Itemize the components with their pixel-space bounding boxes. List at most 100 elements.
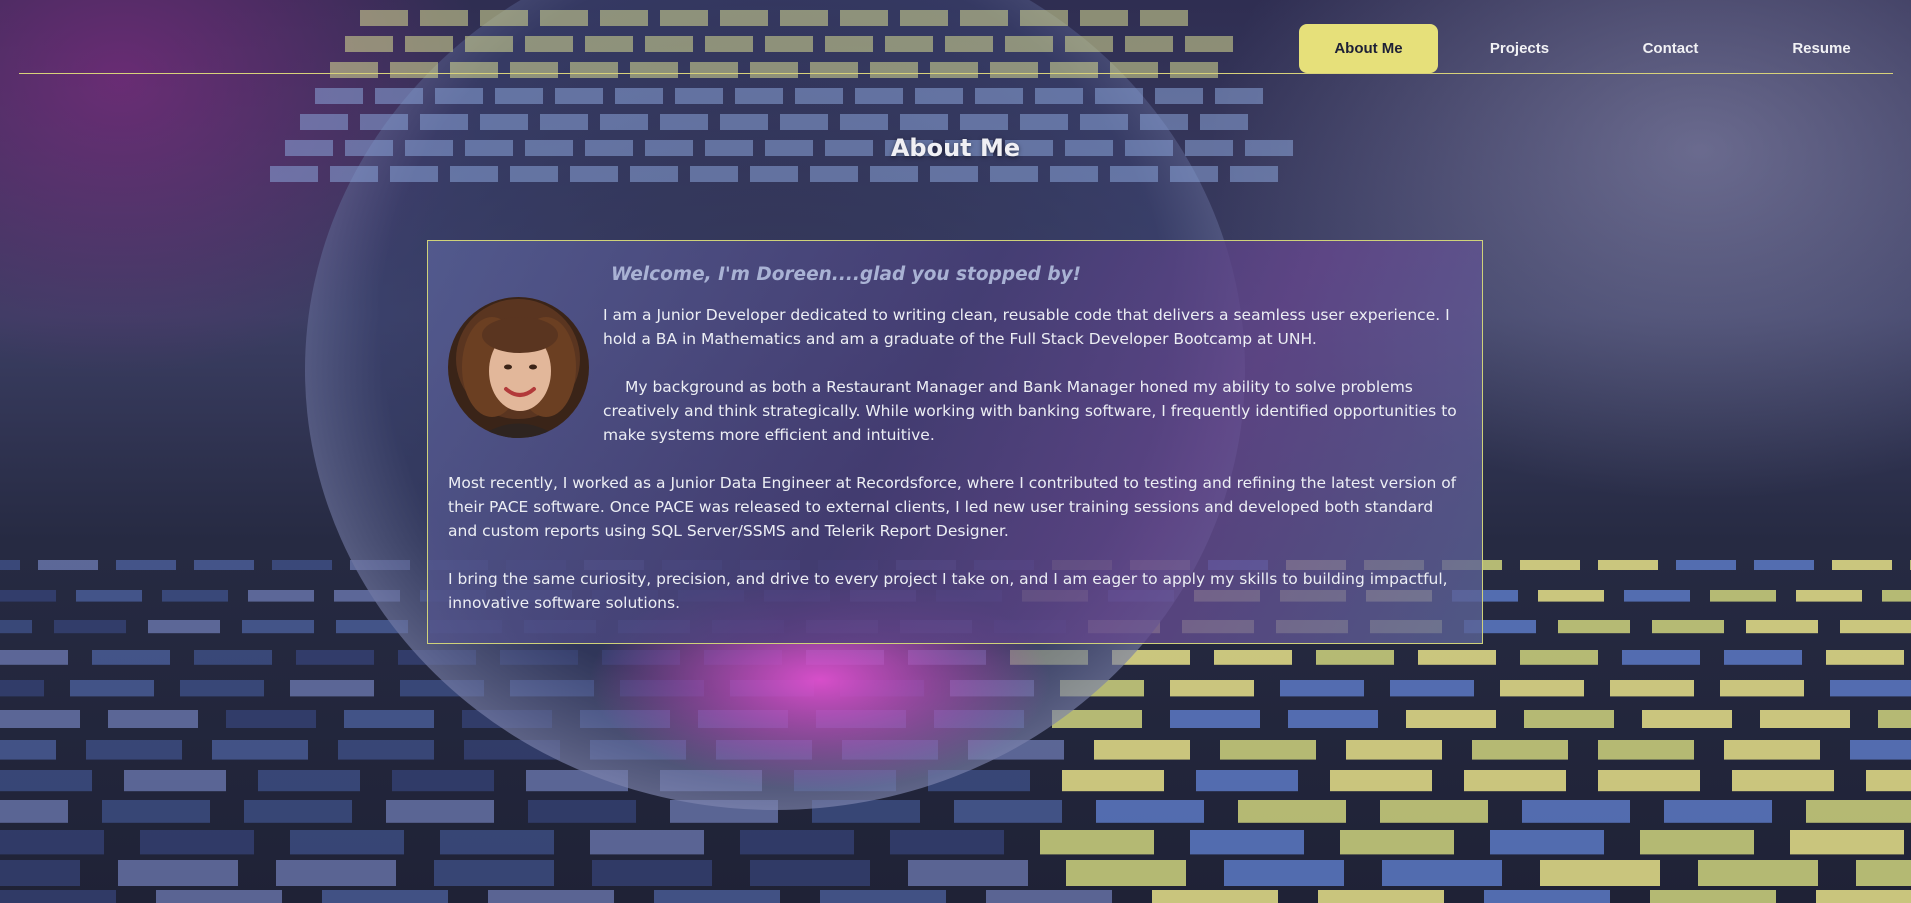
- floor-tile: [1598, 560, 1658, 570]
- reflection-tile: [450, 62, 498, 78]
- reflection-tile: [570, 166, 618, 182]
- floor-tile: [1500, 680, 1584, 697]
- reflection-tile: [270, 166, 318, 182]
- floor-tile: [116, 560, 176, 570]
- floor-tile: [1224, 860, 1344, 886]
- reflection-tile: [300, 114, 348, 130]
- reflection-tile: [600, 114, 648, 130]
- nav-about-me[interactable]: About Me: [1299, 24, 1438, 73]
- floor-tile: [440, 830, 554, 855]
- reflection-tile: [1140, 114, 1188, 130]
- floor-tile: [1806, 800, 1911, 823]
- reflection-tile: [945, 36, 993, 52]
- reflection-tile: [525, 36, 573, 52]
- reflection-tile: [360, 10, 408, 26]
- reflection-tile: [405, 36, 453, 52]
- reflection-tile: [765, 36, 813, 52]
- reflection-tile: [1020, 114, 1068, 130]
- reflection-tile: [1080, 114, 1128, 130]
- floor-tile: [118, 860, 238, 886]
- floor-tile: [1856, 860, 1911, 886]
- floor-tile: [1096, 800, 1204, 823]
- nav-resume[interactable]: Resume: [1752, 24, 1891, 73]
- reflection-tile: [960, 114, 1008, 130]
- floor-tile: [102, 800, 210, 823]
- floor-tile: [1196, 770, 1298, 792]
- floor-tile: [70, 680, 154, 697]
- reflection-tile: [1140, 10, 1188, 26]
- floor-tile: [0, 770, 92, 792]
- floor-tile: [86, 740, 182, 760]
- floor-tile: [1382, 860, 1502, 886]
- floor-tile: [1170, 710, 1260, 728]
- floor-tile: [1826, 650, 1904, 665]
- about-paragraph-4: I bring the same curiosity, precision, a…: [448, 570, 1448, 612]
- reflection-tile: [1005, 36, 1053, 52]
- reflection-tile: [900, 10, 948, 26]
- about-card: Welcome, I'm Doreen....glad you stopped …: [427, 240, 1483, 644]
- reflection-tile: [1065, 36, 1113, 52]
- floor-tile: [1724, 740, 1820, 760]
- floor-tile: [322, 890, 448, 903]
- floor-tile: [1796, 590, 1862, 602]
- floor-tile: [1330, 770, 1432, 792]
- floor-tile: [1698, 860, 1818, 886]
- reflection-tile: [750, 62, 798, 78]
- floor-tile: [0, 800, 68, 823]
- floor-tile: [0, 890, 116, 903]
- reflection-tile: [1185, 36, 1233, 52]
- floor-tile: [592, 860, 712, 886]
- floor-tile: [1380, 800, 1488, 823]
- floor-tile: [1850, 740, 1911, 760]
- floor-tile: [272, 560, 332, 570]
- floor-tile: [1340, 830, 1454, 855]
- floor-tile: [0, 830, 104, 855]
- reflection-tile: [930, 62, 978, 78]
- reflection-tile: [690, 62, 738, 78]
- reflection-tile: [615, 88, 663, 104]
- reflection-tile: [1155, 88, 1203, 104]
- floor-tile: [1152, 890, 1278, 903]
- reflection-tile: [840, 10, 888, 26]
- nav-projects[interactable]: Projects: [1450, 24, 1589, 73]
- reflection-tile: [825, 36, 873, 52]
- floor-tile: [1830, 680, 1911, 697]
- floor-tile: [248, 590, 314, 602]
- reflection-tile: [585, 36, 633, 52]
- floor-tile: [0, 560, 20, 570]
- reflection-tile: [810, 62, 858, 78]
- floor-tile: [1754, 560, 1814, 570]
- floor-tile: [1598, 740, 1694, 760]
- floor-tile: [986, 890, 1112, 903]
- floor-tile: [1866, 770, 1911, 792]
- reflection-tile: [990, 166, 1038, 182]
- reflection-tile: [390, 62, 438, 78]
- floor-tile: [1840, 620, 1911, 634]
- reflection-tile: [1080, 10, 1128, 26]
- floor-tile: [1652, 620, 1724, 634]
- floor-tile: [1066, 860, 1186, 886]
- floor-tile: [92, 650, 170, 665]
- profile-photo: [448, 297, 589, 438]
- reflection-tile: [540, 114, 588, 130]
- floor-tile: [1040, 830, 1154, 855]
- reflection-tile: [1200, 114, 1248, 130]
- reflection-tile: [1050, 166, 1098, 182]
- reflection-tile: [720, 10, 768, 26]
- reflection-tile: [480, 114, 528, 130]
- reflection-tile: [330, 166, 378, 182]
- floor-tile: [1062, 770, 1164, 792]
- floor-tile: [0, 590, 56, 602]
- reflection-tile: [315, 88, 363, 104]
- reflection-tile: [375, 88, 423, 104]
- floor-tile: [1882, 590, 1911, 602]
- floor-tile: [1520, 650, 1598, 665]
- floor-tile: [108, 710, 198, 728]
- floor-tile: [162, 590, 228, 602]
- floor-tile: [1170, 680, 1254, 697]
- nav-contact[interactable]: Contact: [1601, 24, 1740, 73]
- reflection-tile: [630, 62, 678, 78]
- floor-tile: [0, 650, 68, 665]
- floor-tile: [124, 770, 226, 792]
- floor-tile: [140, 830, 254, 855]
